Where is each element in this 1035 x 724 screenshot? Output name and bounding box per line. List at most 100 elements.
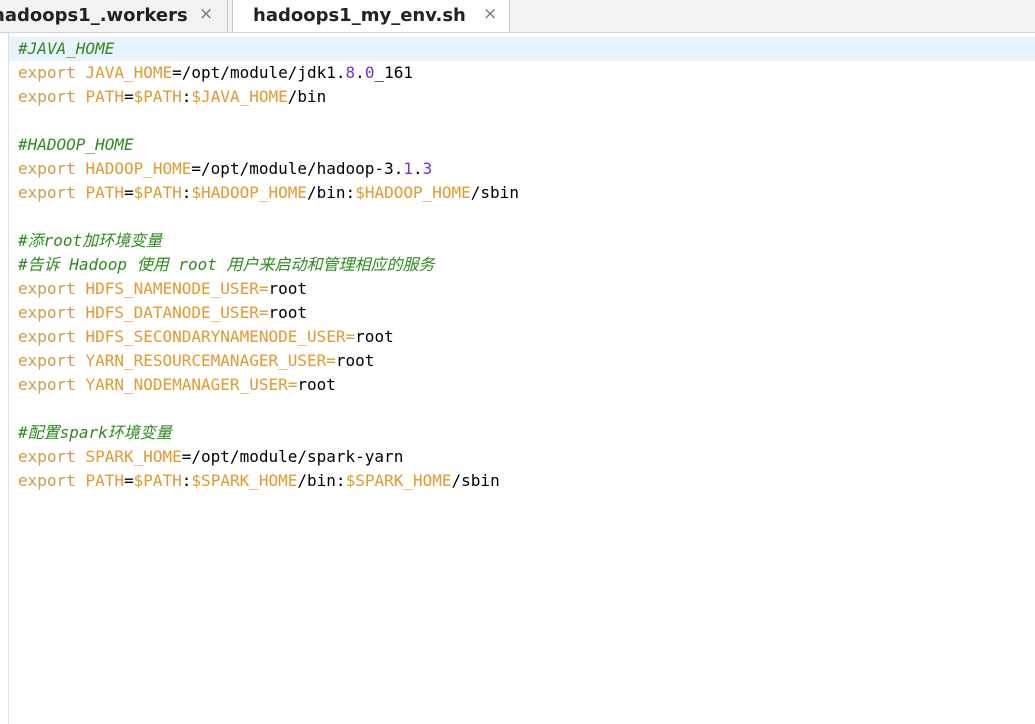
code-token: =	[345, 327, 356, 346]
code-token: =	[287, 375, 298, 394]
code-token: root	[355, 327, 394, 346]
code-token: =	[326, 351, 336, 370]
code-token: YARN_NODEMANAGER_USER	[85, 375, 288, 394]
code-token: $SPARK_HOME	[191, 471, 298, 490]
code-token: export	[18, 183, 76, 202]
code-line[interactable]: export HADOOP_HOME=/opt/module/hadoop-3.…	[18, 157, 519, 181]
code-token: 1	[403, 159, 413, 178]
code-token: $PATH	[133, 87, 182, 106]
code-token: SPARK_HOME	[85, 447, 182, 466]
code-token: root	[268, 279, 307, 298]
code-token: =	[123, 471, 134, 490]
code-line[interactable]: export YARN_RESOURCEMANAGER_USER=root	[18, 349, 519, 373]
tab-label: hadoops1_my_env.sh	[253, 5, 466, 26]
code-token: #HADOOP_HOME	[18, 135, 134, 154]
code-line[interactable]	[18, 109, 519, 133]
code-line[interactable]: export JAVA_HOME=/opt/module/jdk1.8.0_16…	[18, 61, 519, 85]
code-content[interactable]: #JAVA_HOMEexport JAVA_HOME=/opt/module/j…	[18, 37, 519, 493]
code-line[interactable]: export PATH=$PATH:$SPARK_HOME/bin:$SPARK…	[18, 469, 519, 493]
code-token: export	[18, 279, 76, 298]
code-line[interactable]: export PATH=$PATH:$HADOOP_HOME/bin:$HADO…	[18, 181, 519, 205]
code-token: $JAVA_HOME	[191, 87, 288, 106]
gutter-divider	[8, 33, 9, 724]
code-token: $PATH	[133, 471, 182, 490]
code-token: _161	[374, 63, 413, 82]
code-line[interactable]: #HADOOP_HOME	[18, 133, 519, 157]
code-token: HADOOP_HOME	[85, 159, 192, 178]
code-token: .	[412, 159, 423, 178]
code-token: YARN_RESOURCEMANAGER_USER	[85, 351, 327, 370]
code-token: export	[18, 327, 76, 346]
code-token: 0	[364, 63, 375, 82]
code-token: export	[18, 159, 76, 178]
code-token: #配置spark环境变量	[18, 423, 172, 442]
code-token: export	[18, 63, 76, 82]
code-token: HDFS_SECONDARYNAMENODE_USER	[85, 327, 346, 346]
code-token: :	[181, 183, 192, 202]
code-token: root	[268, 303, 307, 322]
code-line[interactable]: #添root加环境变量	[18, 229, 519, 253]
code-token: /bin:	[297, 471, 346, 490]
code-token: HDFS_DATANODE_USER	[85, 303, 259, 322]
tab-workers[interactable]: hadoops1_.workers ×	[0, 0, 228, 32]
tab-label: hadoops1_.workers	[0, 5, 188, 26]
code-token: PATH	[85, 87, 124, 106]
code-token: export	[18, 447, 76, 466]
code-line[interactable]: export HDFS_SECONDARYNAMENODE_USER=root	[18, 325, 519, 349]
code-token: 3	[422, 159, 433, 178]
code-token: 8	[345, 63, 356, 82]
code-token: export	[18, 303, 76, 322]
code-line[interactable]: export SPARK_HOME=/opt/module/spark-yarn	[18, 445, 519, 469]
code-token: PATH	[85, 471, 124, 490]
close-icon[interactable]: ×	[483, 4, 497, 24]
code-token: =	[123, 87, 134, 106]
code-token: /sbin	[451, 471, 500, 490]
code-token: export	[18, 87, 76, 106]
code-token: :	[181, 471, 192, 490]
code-line[interactable]	[18, 397, 519, 421]
code-token: #告诉 Hadoop 使用 root 用户来启动和管理相应的服务	[18, 255, 435, 274]
code-line[interactable]	[18, 205, 519, 229]
code-token: =	[123, 183, 134, 202]
code-token: /sbin	[470, 183, 519, 202]
code-token: =/opt/module/hadoop-3.	[191, 159, 404, 178]
code-token: root	[335, 351, 375, 370]
code-token: =/opt/module/spark-yarn	[181, 447, 404, 466]
code-line[interactable]: export HDFS_NAMENODE_USER=root	[18, 277, 519, 301]
code-token: HDFS_NAMENODE_USER	[85, 279, 259, 298]
code-line[interactable]: export PATH=$PATH:$JAVA_HOME/bin	[18, 85, 519, 109]
code-token: $PATH	[133, 183, 182, 202]
code-token: /bin	[287, 87, 327, 106]
code-token: export	[18, 375, 76, 394]
code-token: $SPARK_HOME	[345, 471, 452, 490]
code-editor[interactable]: #JAVA_HOMEexport JAVA_HOME=/opt/module/j…	[0, 33, 1035, 724]
code-token: :	[181, 87, 192, 106]
code-token: =/opt/module/jdk1.	[172, 63, 346, 82]
tab-my-env[interactable]: hadoops1_my_env.sh ×	[232, 0, 510, 32]
code-token: .	[355, 63, 365, 82]
code-token: root	[297, 375, 336, 394]
tab-bar: hadoops1_.workers × hadoops1_my_env.sh ×	[0, 0, 1035, 33]
code-token: $HADOOP_HOME	[355, 183, 471, 202]
code-line[interactable]: export HDFS_DATANODE_USER=root	[18, 301, 519, 325]
code-token: #JAVA_HOME	[18, 39, 115, 58]
code-token: export	[18, 471, 76, 490]
code-line[interactable]: #JAVA_HOME	[18, 37, 519, 61]
close-icon[interactable]: ×	[199, 4, 213, 24]
code-token: /bin:	[307, 183, 356, 202]
code-line[interactable]: #配置spark环境变量	[18, 421, 519, 445]
code-line[interactable]: #告诉 Hadoop 使用 root 用户来启动和管理相应的服务	[18, 253, 519, 277]
code-line[interactable]: export YARN_NODEMANAGER_USER=root	[18, 373, 519, 397]
code-token: PATH	[85, 183, 124, 202]
